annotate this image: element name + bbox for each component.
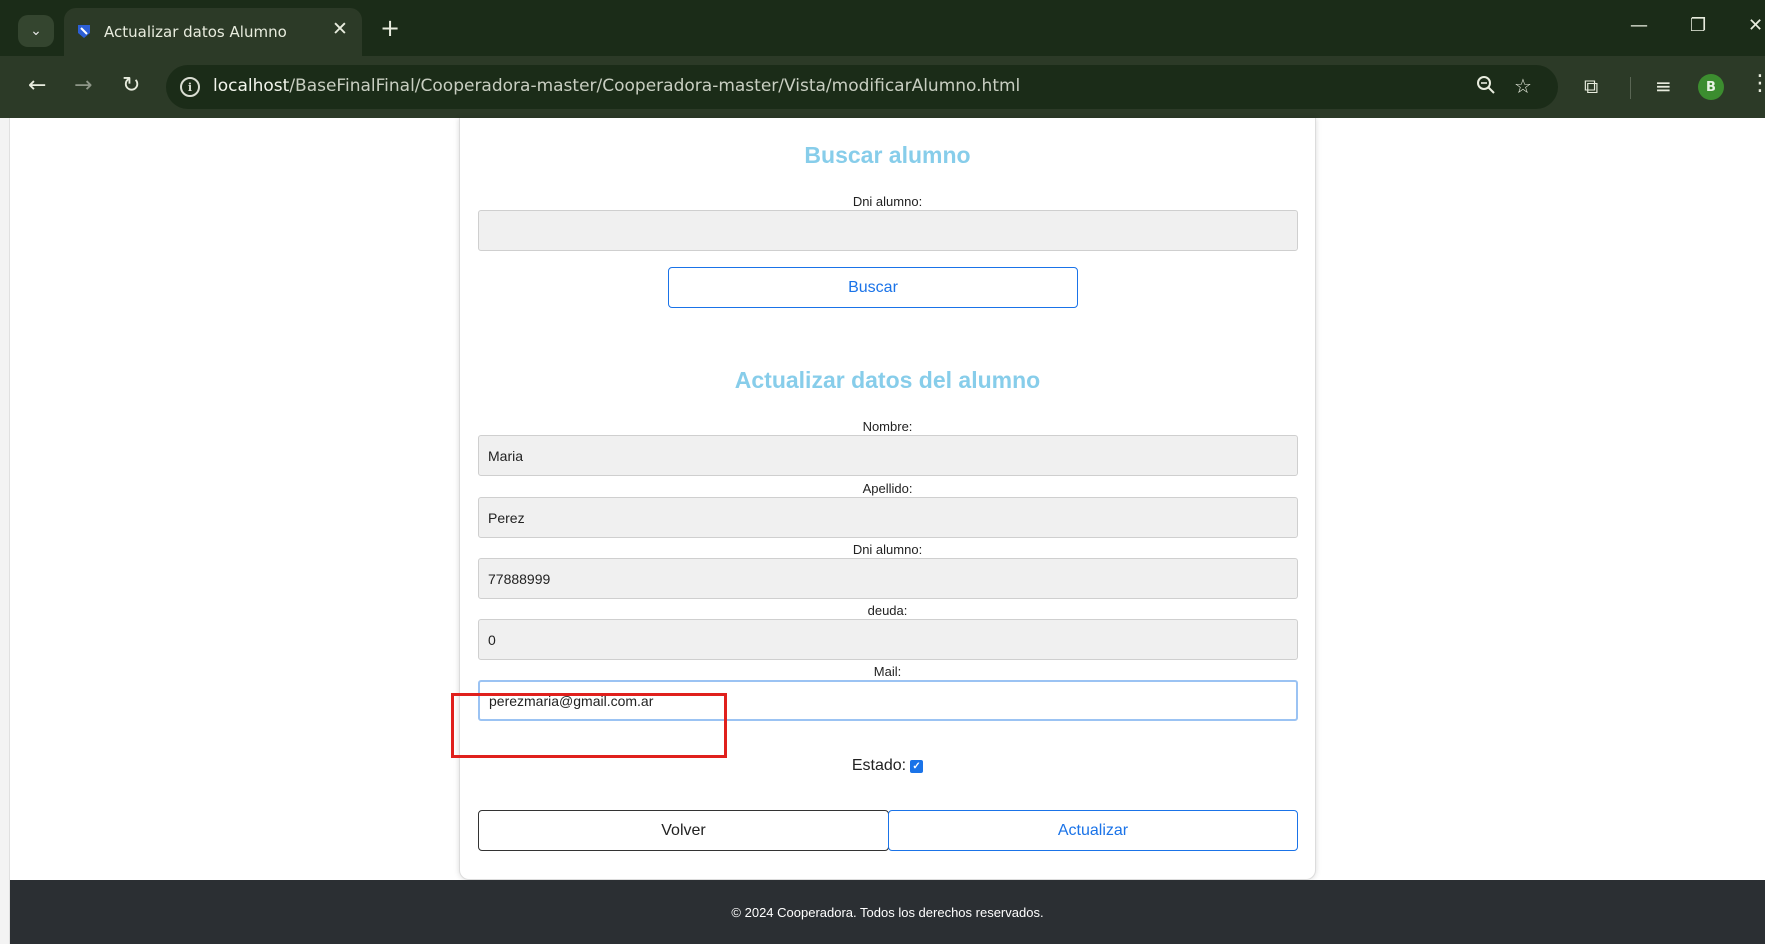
minimize-icon[interactable]: —: [1630, 16, 1648, 36]
back-arrow-icon[interactable]: ←: [28, 74, 46, 98]
footer-copyright: © 2024 Cooperadora. Todos los derechos r…: [731, 904, 1044, 920]
address-bar[interactable]: i localhost/BaseFinalFinal/Cooperadora-m…: [166, 65, 1558, 109]
search-dni-input[interactable]: [478, 210, 1298, 251]
close-window-icon[interactable]: ✕: [1748, 16, 1763, 36]
site-favicon-icon: [78, 25, 90, 38]
toolbar-divider: [1630, 77, 1631, 99]
page-left-strip: [0, 118, 10, 944]
profile-avatar[interactable]: B: [1698, 74, 1724, 100]
annotation-highlight-box: [451, 693, 727, 758]
site-info-icon[interactable]: i: [180, 77, 200, 97]
url-host: localhost: [213, 76, 290, 96]
url-text: localhost/BaseFinalFinal/Cooperadora-mas…: [213, 76, 1020, 96]
estado-row: Estado: ✓: [460, 757, 1315, 775]
bookmark-star-icon[interactable]: ☆: [1514, 75, 1532, 97]
tab-search-chevron-icon[interactable]: ⌄: [18, 15, 54, 47]
deuda-input[interactable]: 0: [478, 619, 1298, 660]
nombre-label: Nombre:: [862, 419, 913, 434]
search-section-title: Buscar alumno: [804, 142, 971, 168]
form-card: Buscar alumno Dni alumno: Buscar Actuali…: [459, 118, 1316, 880]
deuda-label: deuda:: [867, 603, 908, 618]
search-dni-label: Dni alumno:: [852, 194, 923, 209]
tab-close-icon[interactable]: ✕: [332, 19, 348, 39]
apellido-input[interactable]: Perez: [478, 497, 1298, 538]
reading-list-icon[interactable]: ≡: [1655, 74, 1672, 98]
dni-label: Dni alumno:: [852, 542, 923, 557]
browser-toolbar: ← → ↻ i localhost/BaseFinalFinal/Coopera…: [0, 56, 1765, 118]
browser-tab-bar: ⌄ Actualizar datos Alumno ✕ + — ❐ ✕: [0, 0, 1765, 56]
forward-arrow-icon[interactable]: →: [74, 74, 92, 98]
update-section-title: Actualizar datos del alumno: [734, 367, 1041, 393]
tab-title: Actualizar datos Alumno: [104, 23, 287, 41]
new-tab-icon[interactable]: +: [380, 14, 400, 42]
back-button[interactable]: Volver: [478, 810, 889, 851]
estado-checkbox[interactable]: ✓: [910, 759, 924, 773]
active-tab[interactable]: Actualizar datos Alumno ✕: [64, 8, 362, 56]
mail-label: Mail:: [873, 664, 902, 679]
restore-icon[interactable]: ❐: [1690, 16, 1706, 36]
update-button[interactable]: Actualizar: [888, 810, 1298, 851]
page-body: Buscar alumno Dni alumno: Buscar Actuali…: [10, 118, 1765, 944]
url-path: /BaseFinalFinal/Cooperadora-master/Coope…: [289, 76, 1021, 96]
page-footer: © 2024 Cooperadora. Todos los derechos r…: [10, 880, 1765, 944]
reload-icon[interactable]: ↻: [122, 74, 140, 98]
estado-label: Estado:: [851, 757, 907, 774]
dni-input[interactable]: 77888999: [478, 558, 1298, 599]
search-button[interactable]: Buscar: [668, 267, 1078, 308]
extensions-puzzle-icon[interactable]: ⧉: [1584, 74, 1598, 98]
nombre-input[interactable]: Maria: [478, 435, 1298, 476]
browser-menu-icon[interactable]: ⋮: [1749, 71, 1765, 97]
apellido-label: Apellido:: [862, 481, 913, 496]
zoom-icon[interactable]: [1476, 75, 1496, 99]
